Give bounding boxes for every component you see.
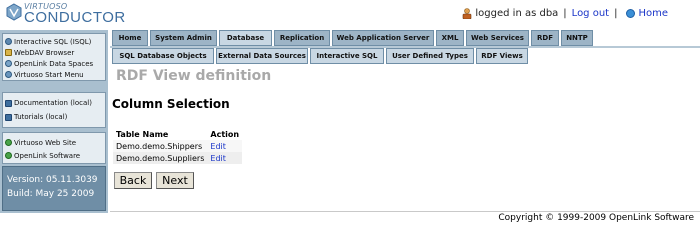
logged-in-text: logged in as dba (475, 8, 559, 19)
tab-interactive-sql[interactable]: Interactive SQL (310, 48, 384, 64)
tab-xml[interactable]: XML (436, 30, 464, 46)
tab-rdf[interactable]: RDF (531, 30, 559, 46)
sidebar-item-label: Virtuoso Start Menu (14, 70, 84, 79)
sidebar-links-group: Virtuoso Web Site OpenLink Software (2, 132, 106, 164)
column-header-table-name: Table Name (113, 128, 208, 140)
separator: | (563, 8, 567, 19)
sidebar-item-start-menu[interactable]: Virtuoso Start Menu (3, 69, 105, 80)
column-header-action: Action (207, 128, 243, 140)
user-bar: logged in as dba | Log out | Home (462, 8, 668, 20)
book-icon (5, 113, 12, 121)
next-button[interactable]: Next (156, 172, 194, 189)
sub-tabs: SQL Database Objects External Data Sourc… (112, 48, 528, 64)
sidebar-item-virtuoso-site[interactable]: Virtuoso Web Site (3, 136, 105, 149)
build-text: Build: May 25 2009 (7, 189, 95, 199)
sidebar-docs-group: Documentation (local) Tutorials (local) (2, 92, 106, 128)
sidebar-item-tutorials[interactable]: Tutorials (local) (3, 110, 105, 124)
footer-divider (110, 211, 700, 212)
user-icon (462, 8, 472, 20)
table-header-row: Table Name Action (113, 128, 243, 140)
sidebar: Interactive SQL (ISQL) WebDAV Browser Op… (0, 30, 108, 213)
section-title: Column Selection (112, 97, 230, 111)
edit-link[interactable]: Edit (210, 142, 226, 151)
logo-big-text: CONDUCTOR (24, 9, 126, 26)
version-text: Version: 05.11.3039 (7, 175, 98, 185)
webdav-icon (5, 49, 12, 56)
sidebar-item-label: Documentation (local) (14, 99, 92, 107)
sidebar-item-label: WebDAV Browser (14, 48, 75, 57)
virtuoso-logo[interactable]: VIRTUOSO CONDUCTOR (6, 1, 136, 27)
column-selection-table: Table Name Action Demo.demo.Shippers Edi… (113, 128, 243, 164)
tab-rdf-views[interactable]: RDF Views (476, 48, 528, 64)
sidebar-item-label: Virtuoso Web Site (14, 138, 77, 147)
table-row: Demo.demo.Shippers Edit (113, 140, 243, 152)
sidebar-item-label: OpenLink Software (14, 151, 81, 160)
tab-database[interactable]: Database (219, 30, 272, 46)
isql-icon (5, 38, 12, 45)
logout-link[interactable]: Log out (572, 8, 609, 19)
table-name-cell: Demo.demo.Shippers (113, 140, 208, 152)
book-icon (5, 99, 12, 107)
tab-replication[interactable]: Replication (274, 30, 330, 46)
table-row: Demo.demo.Suppliers Edit (113, 152, 243, 164)
tab-user-defined-types[interactable]: User Defined Types (386, 48, 474, 64)
ods-icon (5, 60, 12, 67)
sidebar-item-documentation[interactable]: Documentation (local) (3, 96, 105, 110)
sidebar-item-webdav[interactable]: WebDAV Browser (3, 47, 105, 58)
tab-external-data-sources[interactable]: External Data Sources (216, 48, 308, 64)
tab-home[interactable]: Home (112, 30, 148, 46)
globe-icon (5, 139, 12, 146)
home-link[interactable]: Home (638, 8, 668, 19)
conductor-window: VIRTUOSO CONDUCTOR logged in as dba | Lo… (0, 0, 700, 243)
table-name-cell: Demo.demo.Suppliers (113, 152, 208, 164)
sidebar-item-label: Interactive SQL (ISQL) (14, 37, 92, 46)
sidebar-item-openlink[interactable]: OpenLink Software (3, 149, 105, 162)
sidebar-tools-group: Interactive SQL (ISQL) WebDAV Browser Op… (2, 33, 106, 81)
sidebar-item-isql[interactable]: Interactive SQL (ISQL) (3, 36, 105, 47)
sidebar-item-label: Tutorials (local) (14, 113, 68, 121)
main-tabs: Home System Admin Database Replication W… (112, 30, 593, 46)
back-button[interactable]: Back (114, 172, 152, 189)
copyright-text: Copyright © 1999-2009 OpenLink Software (498, 213, 694, 223)
home-icon[interactable] (626, 9, 636, 18)
start-menu-icon (5, 71, 12, 78)
tab-web-services[interactable]: Web Services (466, 30, 529, 46)
virtuoso-logo-icon (6, 3, 22, 21)
page-title: RDF View definition (116, 68, 272, 84)
tab-nntp[interactable]: NNTP (561, 30, 593, 46)
tab-system-admin[interactable]: System Admin (150, 30, 217, 46)
globe-icon (5, 152, 12, 159)
edit-link[interactable]: Edit (210, 154, 226, 163)
sidebar-item-ods[interactable]: OpenLink Data Spaces (3, 58, 105, 69)
version-box: Version: 05.11.3039 Build: May 25 2009 (2, 166, 106, 211)
sidebar-item-label: OpenLink Data Spaces (14, 59, 94, 68)
tab-web-application-server[interactable]: Web Application Server (332, 30, 434, 46)
separator: | (614, 8, 618, 19)
tab-sql-database-objects[interactable]: SQL Database Objects (112, 48, 214, 64)
